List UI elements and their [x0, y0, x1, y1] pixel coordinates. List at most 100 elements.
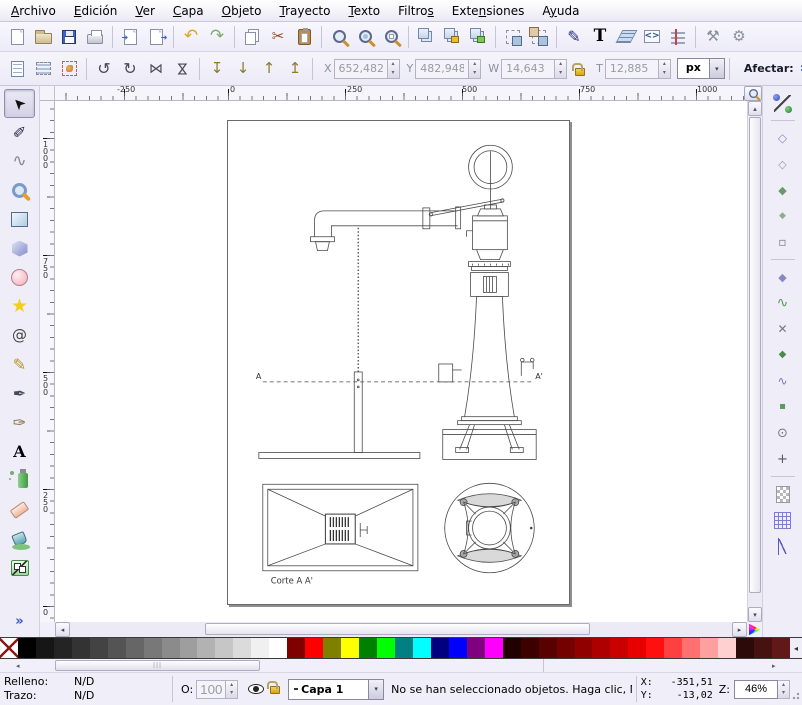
snap-nodes-button[interactable]: ◆: [768, 264, 798, 290]
menu-archivo[interactable]: Archivo: [2, 2, 65, 20]
palette-swatch-22[interactable]: [395, 638, 413, 658]
zoom-field[interactable]: [734, 680, 778, 699]
selector-tool-button[interactable]: ➤: [4, 89, 35, 118]
palette-swatch-38[interactable]: [682, 638, 700, 658]
rotate-cw-button[interactable]: ↻: [117, 56, 143, 82]
save-document-button[interactable]: [56, 24, 82, 50]
undo-button[interactable]: ↶: [178, 24, 204, 50]
menu-extensiones[interactable]: Extensiones: [443, 2, 534, 20]
snap-smooth-nodes-button[interactable]: ∿: [768, 368, 798, 394]
palette-swatch-37[interactable]: [664, 638, 682, 658]
unit-dropdown[interactable]: px ▾: [677, 58, 725, 79]
palette-swatch-30[interactable]: [539, 638, 557, 658]
snap-line-midpoints-button[interactable]: ▪: [768, 394, 798, 420]
palette-swatch-34[interactable]: [610, 638, 628, 658]
palette-swatch-41[interactable]: [736, 638, 754, 658]
palette-swatch-15[interactable]: [269, 638, 287, 658]
snap-bbox-button[interactable]: ◇: [768, 125, 798, 151]
ungroup-button[interactable]: [526, 24, 552, 50]
palette-swatch-42[interactable]: [754, 638, 772, 658]
palette-swatch-11[interactable]: [197, 638, 215, 658]
menu-trayecto[interactable]: Trayecto: [270, 2, 339, 20]
create-clone-button[interactable]: [439, 24, 465, 50]
group-button[interactable]: [500, 24, 526, 50]
menu-filtros[interactable]: Filtros: [389, 2, 443, 20]
palette-swatch-23[interactable]: [413, 638, 431, 658]
palette-swatch-39[interactable]: [700, 638, 718, 658]
select-all-button[interactable]: [4, 56, 30, 82]
menu-texto[interactable]: Texto: [339, 2, 389, 20]
height-field-spinner[interactable]: [659, 59, 671, 79]
snap-bbox-corners-button[interactable]: ◆: [768, 177, 798, 203]
snap-bbox-edge-midpoints-button[interactable]: ◆: [768, 203, 798, 229]
palette-swatch-33[interactable]: [592, 638, 610, 658]
width-field-spinner[interactable]: [555, 59, 567, 79]
scroll-down-icon[interactable]: ▾: [748, 607, 762, 622]
copy-button[interactable]: [239, 24, 265, 50]
menu-edicion[interactable]: Edición: [65, 2, 126, 20]
palette-swatch-14[interactable]: [251, 638, 269, 658]
x-field-spinner[interactable]: [388, 59, 400, 79]
palette-swatch-31[interactable]: [557, 638, 575, 658]
inkscape-preferences-button[interactable]: ⚒: [700, 24, 726, 50]
zoom-tool-button[interactable]: [4, 176, 35, 205]
rotate-ccw-button[interactable]: ↺: [91, 56, 117, 82]
palette-swatch-4[interactable]: [72, 638, 90, 658]
scroll-right-icon[interactable]: ▸: [732, 622, 747, 637]
palette-swatch-19[interactable]: [341, 638, 359, 658]
palette-swatch-26[interactable]: [467, 638, 485, 658]
scroll-left-icon[interactable]: ◂: [55, 622, 70, 637]
palette-scroll-left-icon[interactable]: ◂: [790, 638, 802, 658]
star-tool-button[interactable]: ★: [4, 292, 35, 321]
snap-grid-button[interactable]: [768, 507, 798, 533]
horizontal-scrollbar[interactable]: [70, 622, 732, 637]
canvas[interactable]: A A' Corte A A': [55, 101, 747, 622]
import-document-button[interactable]: [117, 24, 143, 50]
spray-tool-button[interactable]: [4, 466, 35, 495]
menu-objeto[interactable]: Objeto: [213, 2, 271, 20]
palette-scroll-arrow-right[interactable]: ▸: [772, 661, 776, 671]
scroll-up-icon[interactable]: ▴: [748, 101, 762, 116]
align-distribute-button[interactable]: [665, 24, 691, 50]
palette-swatch-2[interactable]: [36, 638, 54, 658]
deselect-button[interactable]: [56, 56, 82, 82]
eraser-tool-button[interactable]: [4, 495, 35, 524]
connector-tool-button[interactable]: [4, 553, 35, 582]
ruler-corner-button[interactable]: [744, 86, 762, 101]
snap-bbox-centers-button[interactable]: ▫: [768, 229, 798, 255]
snap-object-centers-button[interactable]: ⊙: [768, 420, 798, 446]
fill-stroke-dialog-button[interactable]: ✎: [561, 24, 587, 50]
lower-to-bottom-button[interactable]: ↧: [204, 56, 230, 82]
horizontal-scrollbar-thumb[interactable]: [205, 623, 590, 635]
cut-button[interactable]: ✂: [265, 24, 291, 50]
vertical-scrollbar[interactable]: ▴ ▾: [747, 101, 762, 622]
snap-bbox-edges-button[interactable]: ◇: [768, 151, 798, 177]
zoom-spinner[interactable]: [778, 680, 790, 699]
palette-swatch-25[interactable]: [449, 638, 467, 658]
zoom-selection-button[interactable]: [326, 24, 352, 50]
y-field-spinner[interactable]: [469, 59, 481, 79]
menu-ayuda[interactable]: Ayuda: [533, 2, 588, 20]
width-field[interactable]: [501, 59, 555, 79]
palette-swatch-18[interactable]: [323, 638, 341, 658]
paste-button[interactable]: [291, 24, 317, 50]
palette-swatch-3[interactable]: [54, 638, 72, 658]
snap-page-border-button[interactable]: [768, 481, 798, 507]
chevron-down-icon[interactable]: ▾: [709, 59, 724, 78]
x-field[interactable]: [334, 59, 388, 79]
pen-tool-button[interactable]: ✒: [4, 379, 35, 408]
pencil-tool-button[interactable]: ✎: [4, 350, 35, 379]
layer-lock-icon[interactable]: [270, 686, 280, 694]
vertical-ruler[interactable]: 10007505002500: [40, 101, 55, 622]
palette-swatch-43[interactable]: [772, 638, 790, 658]
flip-vertical-button[interactable]: ⋈: [169, 56, 195, 82]
flip-horizontal-button[interactable]: ⋈: [143, 56, 169, 82]
palette-swatch-9[interactable]: [162, 638, 180, 658]
raise-button[interactable]: ↑: [256, 56, 282, 82]
palette-swatch-27[interactable]: [485, 638, 503, 658]
document-properties-button[interactable]: ⚙: [726, 24, 752, 50]
opacity-spinner[interactable]: [226, 680, 238, 699]
palette-swatch-21[interactable]: [377, 638, 395, 658]
ellipse-tool-button[interactable]: [4, 263, 35, 292]
select-all-layers-button[interactable]: [30, 56, 56, 82]
